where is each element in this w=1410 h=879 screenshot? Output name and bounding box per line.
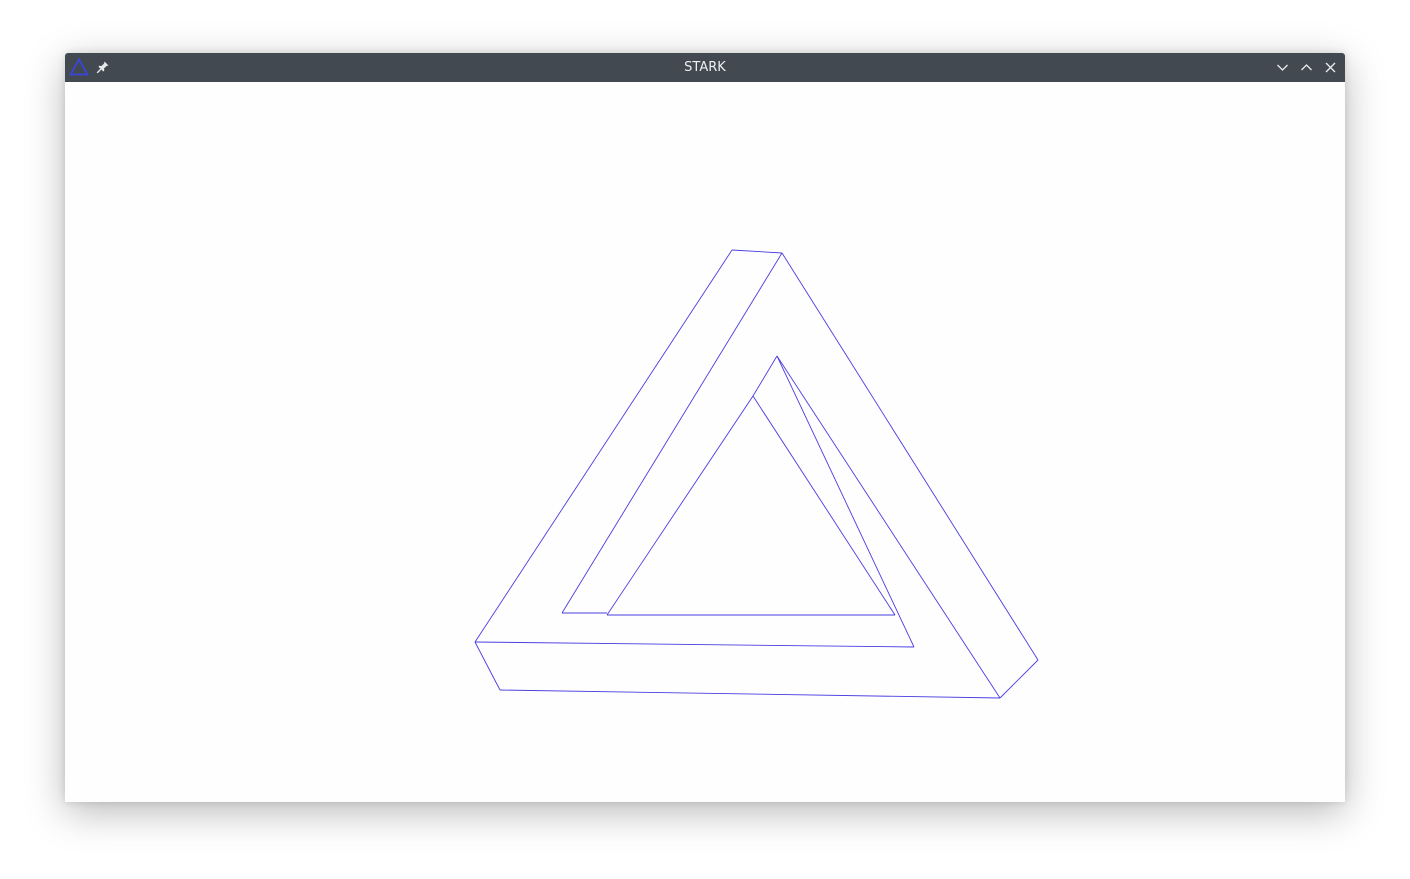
app-window: STARK <box>65 53 1345 802</box>
triangle-app-icon[interactable] <box>69 58 89 76</box>
window-title: STARK <box>684 60 726 75</box>
maximize-chevron-up-icon[interactable] <box>1299 60 1314 75</box>
minimize-chevron-down-icon[interactable] <box>1275 60 1290 75</box>
outer-bottom-edge <box>499 689 1001 699</box>
bar-top-edge <box>474 641 915 648</box>
drawing-area[interactable] <box>65 82 1345 802</box>
right-cap-edge <box>999 659 1039 699</box>
title-bar[interactable]: STARK <box>65 53 1345 82</box>
inner-triangle-left <box>606 395 754 616</box>
close-x-icon[interactable] <box>1323 60 1338 75</box>
inner-left-edge <box>752 355 778 397</box>
pin-icon[interactable] <box>96 60 110 74</box>
outer-right-edge <box>781 252 1039 661</box>
left-cap-edge <box>474 641 501 691</box>
outer-left-edge <box>474 249 733 643</box>
top-cap-edge <box>731 249 783 254</box>
middle-left-edge <box>561 252 783 614</box>
right-bar-inner-edge <box>776 355 915 648</box>
penrose-triangle-drawing <box>474 249 1039 699</box>
